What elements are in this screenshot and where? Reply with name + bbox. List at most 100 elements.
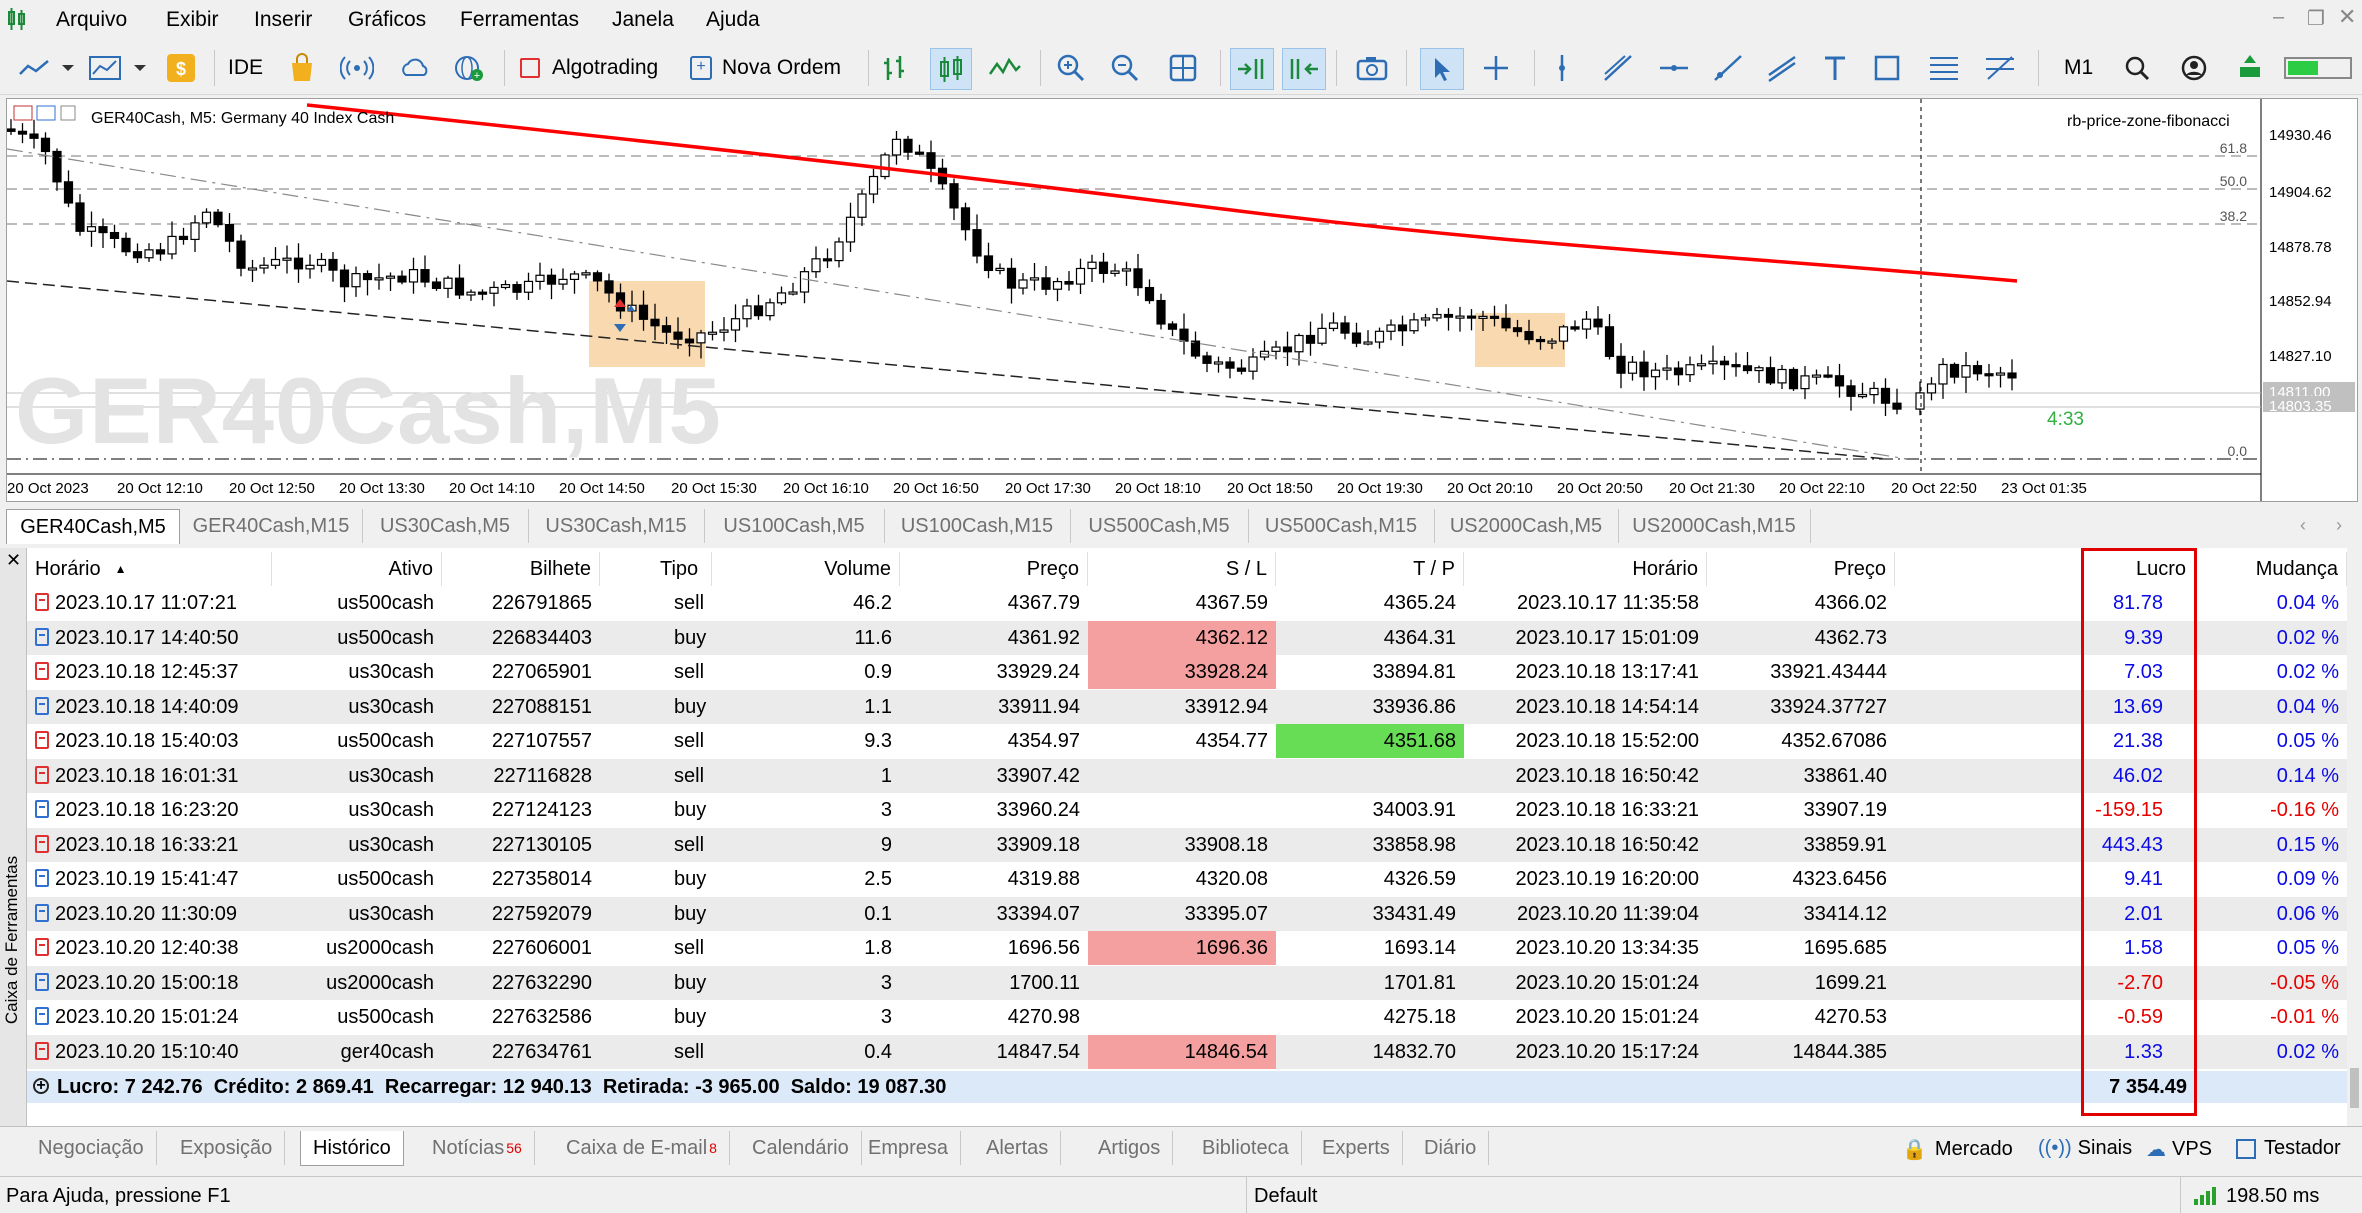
tab-ger40cash-m15[interactable]: GER40Cash,M15 (180, 509, 363, 543)
zoom-out-icon[interactable] (1110, 48, 1146, 88)
col-header-symbol[interactable]: Ativo (272, 552, 442, 586)
ray-line-icon[interactable] (1712, 48, 1748, 88)
tab-alertas[interactable]: Alertas (974, 1131, 1062, 1165)
col-header-close-price[interactable]: Preço (1707, 552, 1895, 586)
line-chart-icon[interactable] (988, 48, 1024, 88)
tab-not-cias[interactable]: Notícias 56 (420, 1131, 535, 1165)
table-row[interactable]: 2023.10.18 15:40:03 us500cash 227107557 sel… (27, 724, 2347, 758)
fibonacci-icon[interactable] (1928, 48, 1964, 88)
tab-scroll-right-icon[interactable]: › (2336, 515, 2342, 536)
templates-icon[interactable] (88, 48, 136, 88)
vps-cloud-icon[interactable] (398, 48, 434, 88)
menu-inserir[interactable]: Inserir (254, 8, 312, 32)
tab-biblioteca[interactable]: Biblioteca (1190, 1131, 1302, 1165)
tab-experts[interactable]: Experts (1310, 1131, 1403, 1165)
channel-icon[interactable] (1766, 48, 1802, 88)
table-row[interactable]: 2023.10.18 16:33:21 us30cash 227130105 sell… (27, 827, 2347, 862)
tab-artigos[interactable]: Artigos (1086, 1131, 1174, 1165)
table-row[interactable]: 2023.10.18 12:45:37 us30cash 227065901 sell… (27, 655, 2347, 689)
close-icon[interactable]: ✕ (2338, 4, 2356, 30)
dropdown-arrow-icon[interactable] (132, 48, 156, 88)
market-bag-icon[interactable] (288, 48, 322, 88)
tab-empresa[interactable]: Empresa (856, 1131, 962, 1165)
horizontal-line-icon[interactable] (1658, 48, 1694, 88)
table-row[interactable]: 2023.10.20 11:30:09 us30cash 227592079 buy 0… (27, 896, 2347, 931)
tab-negocia-o[interactable]: Negociação (26, 1131, 157, 1165)
tab-ger40cash-m5[interactable]: GER40Cash,M5 (6, 509, 180, 544)
signals-icon[interactable] (340, 48, 376, 88)
menu-graficos[interactable]: Gráficos (348, 8, 426, 32)
price-chart[interactable]: 61.8 50.0 38.2 0.0 14930.46 14904.62 14878.78 1… (6, 98, 2358, 502)
tab-us2000cash-m5[interactable]: US2000Cash,M5 (1434, 509, 1619, 543)
text-tool-icon[interactable] (1822, 48, 1852, 88)
tab-us100cash-m5[interactable]: US100Cash,M5 (704, 509, 885, 543)
dollar-icon[interactable]: $ (166, 48, 200, 88)
dropdown-arrow-icon[interactable] (60, 48, 84, 88)
table-row[interactable]: 2023.10.20 12:40:38 us2000cash 227606001 se… (27, 931, 2347, 965)
tab-exposi-o[interactable]: Exposição (168, 1131, 286, 1165)
auto-scroll-icon[interactable] (1230, 48, 1274, 90)
trendline-icon[interactable] (1602, 48, 1638, 88)
tab-di-rio[interactable]: Diário (1412, 1131, 1490, 1165)
table-row[interactable]: 2023.10.19 15:41:47 us500cash 227358014 buy… (27, 862, 2347, 896)
col-header-sl[interactable]: S / L (1088, 552, 1276, 586)
tab-caixa-de-e-mail[interactable]: Caixa de E-mail 8 (554, 1131, 730, 1165)
col-header-tp[interactable]: T / P (1276, 552, 1464, 586)
menu-ajuda[interactable]: Ajuda (706, 8, 760, 32)
table-row[interactable]: 2023.10.20 15:10:40 ger40cash 227634761 sel… (27, 1034, 2347, 1069)
screenshot-icon[interactable] (1356, 48, 1392, 88)
vps-button[interactable]: ☁ VPS (2146, 1137, 2212, 1162)
market-button[interactable]: 🔒 Mercado (1902, 1137, 2013, 1162)
tab-calend-rio[interactable]: Calendário (740, 1131, 862, 1165)
tab-us30cash-m5[interactable]: US30Cash,M5 (362, 509, 529, 543)
new-order-button[interactable]: + Nova Ordem (690, 48, 841, 88)
tab-us100cash-m15[interactable]: US100Cash,M15 (884, 509, 1071, 543)
algotrading-button[interactable]: Algotrading (520, 48, 658, 88)
menu-exibir[interactable]: Exibir (166, 8, 219, 32)
level-icon[interactable] (2234, 48, 2270, 88)
table-row[interactable]: 2023.10.18 16:23:20 us30cash 227124123 buy 3… (27, 793, 2347, 827)
table-row[interactable]: 2023.10.18 14:40:09 us30cash 227088151 buy 1… (27, 689, 2347, 724)
col-header-close-time[interactable]: Horário (1464, 552, 1707, 586)
chart-type-icon[interactable] (18, 48, 58, 88)
col-header-ticket[interactable]: Bilhete (442, 552, 600, 586)
tester-button[interactable]: Testador (2236, 1137, 2341, 1160)
minimize-icon[interactable]: – (2273, 6, 2284, 29)
cursor-icon[interactable] (1420, 48, 1464, 90)
tab-scroll-left-icon[interactable]: ‹ (2300, 515, 2306, 536)
table-row[interactable]: 2023.10.20 15:00:18 us2000cash 227632290 bu… (27, 965, 2347, 1000)
account-icon[interactable] (2180, 48, 2212, 88)
toolbox-close-icon[interactable]: ✕ (6, 550, 21, 571)
tile-windows-icon[interactable] (1168, 48, 1204, 88)
rectangle-tool-icon[interactable] (1872, 48, 1908, 88)
menu-janela[interactable]: Janela (612, 8, 674, 32)
tab-us30cash-m15[interactable]: US30Cash,M15 (528, 509, 705, 543)
crosshair-icon[interactable] (1482, 48, 1518, 88)
tab-us500cash-m5[interactable]: US500Cash,M5 (1070, 509, 1249, 543)
col-header-type[interactable]: Tipo (600, 552, 712, 586)
search-icon[interactable] (2124, 48, 2156, 88)
table-row[interactable]: 2023.10.17 14:40:50 us500cash 226834403 buy… (27, 620, 2347, 655)
menu-ferramentas[interactable]: Ferramentas (460, 8, 579, 32)
col-header-change[interactable]: Mudança (2195, 552, 2347, 586)
table-scrollbar[interactable] (2347, 548, 2362, 1126)
col-header-time[interactable]: Horário ▲ (27, 552, 272, 586)
globe-add-icon[interactable]: + (452, 48, 488, 88)
col-header-volume[interactable]: Volume (712, 552, 900, 586)
signals-button[interactable]: ((•)) Sinais (2038, 1137, 2132, 1160)
menu-arquivo[interactable]: Arquivo (56, 8, 127, 32)
table-row[interactable]: 2023.10.20 15:01:24 us500cash 227632586 buy… (27, 1000, 2347, 1034)
col-header-price[interactable]: Preço (900, 552, 1088, 586)
vertical-line-icon[interactable] (1552, 48, 1580, 88)
zoom-in-icon[interactable] (1056, 48, 1092, 88)
expand-icon[interactable]: + (33, 1078, 49, 1094)
candlestick-icon[interactable] (930, 48, 972, 90)
table-row[interactable]: 2023.10.17 11:07:21 us500cash 226791865 sel… (27, 586, 2347, 620)
table-row[interactable]: 2023.10.18 16:01:31 us30cash 227116828 sell… (27, 758, 2347, 793)
bar-chart-icon[interactable] (880, 48, 916, 88)
tab-hist-rico[interactable]: Histórico (300, 1131, 404, 1166)
tab-us500cash-m15[interactable]: US500Cash,M15 (1248, 509, 1435, 543)
ide-button[interactable]: IDE (228, 48, 263, 88)
tab-us2000cash-m15[interactable]: US2000Cash,M15 (1618, 509, 1811, 543)
gann-fan-icon[interactable] (1984, 48, 2020, 88)
